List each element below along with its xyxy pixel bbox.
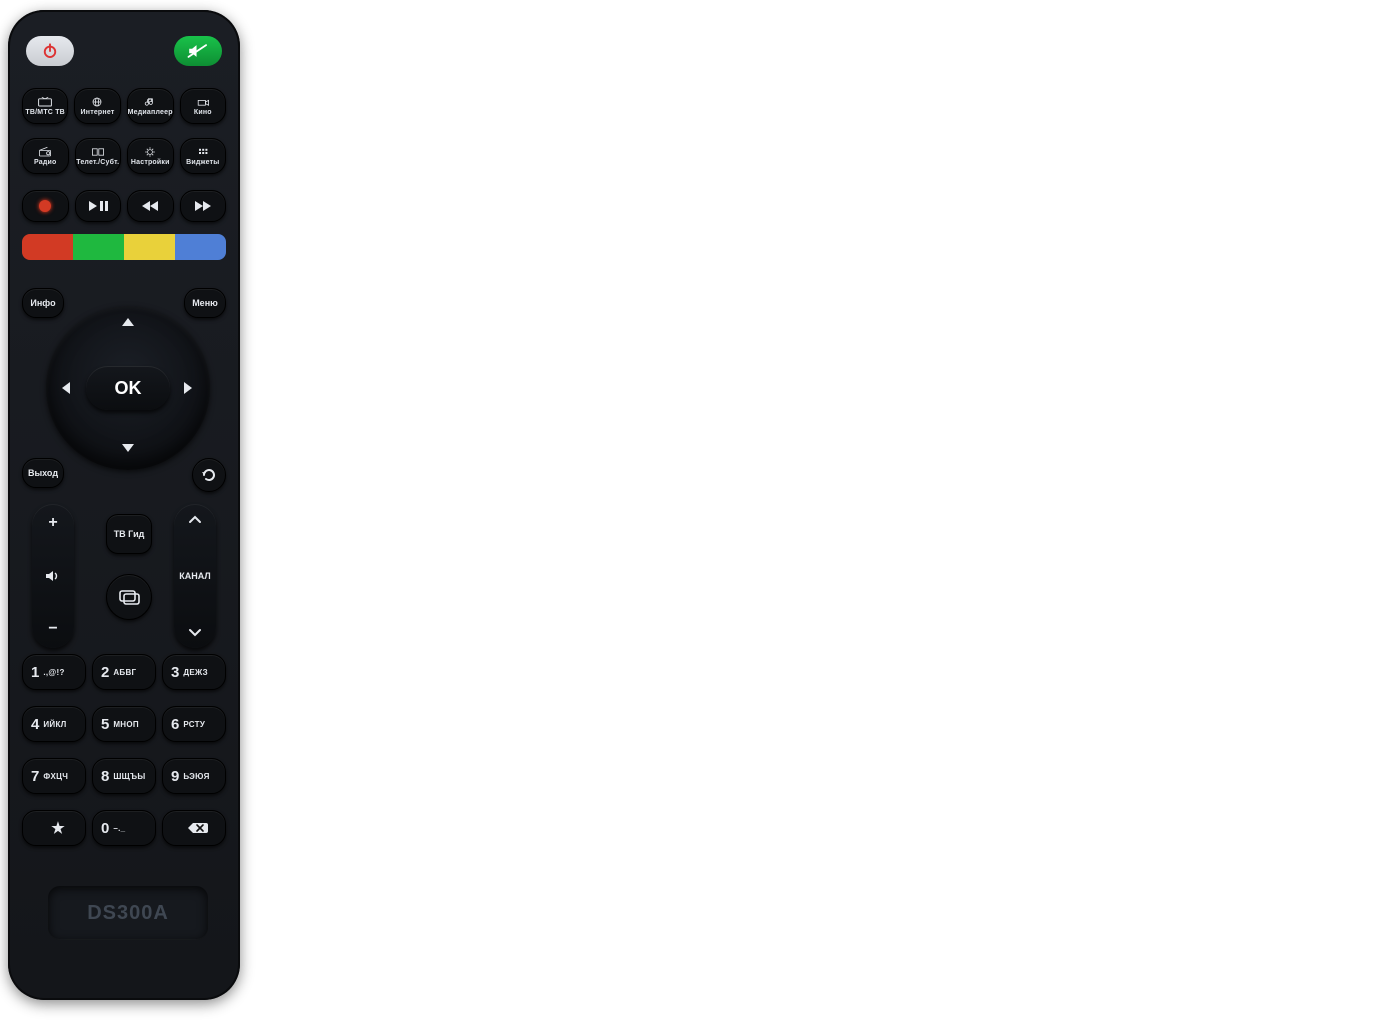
remote-control: ТВ/МТС ТВ Интернет Медиаплеер Кино Радио… <box>8 10 240 1000</box>
back-icon <box>200 466 218 484</box>
blue-color-button[interactable] <box>175 234 226 260</box>
dpad-right[interactable] <box>182 380 194 396</box>
rewind-icon <box>140 199 160 213</box>
record-button[interactable] <box>22 190 69 222</box>
source-settings-button[interactable]: Настройки <box>127 138 174 174</box>
teletext-icon <box>90 146 106 158</box>
fast-forward-icon <box>193 199 213 213</box>
source-cinema-label: Кино <box>194 109 212 116</box>
keypad-5-button[interactable]: 5МНОП <box>92 706 156 742</box>
model-label: DS300A <box>87 902 169 925</box>
keypad-0-button[interactable]: 0–._ <box>92 810 156 846</box>
source-internet-button[interactable]: Интернет <box>74 88 120 124</box>
fast-forward-button[interactable] <box>180 190 227 222</box>
red-color-button[interactable] <box>22 234 73 260</box>
backspace-icon <box>187 821 209 835</box>
pip-icon <box>118 589 140 605</box>
source-widgets-label: Виджеты <box>186 159 219 166</box>
keypad-star-button[interactable]: ★ <box>22 810 86 846</box>
grid-icon <box>195 146 211 158</box>
mute-button[interactable] <box>174 36 222 66</box>
source-widgets-button[interactable]: Виджеты <box>180 138 227 174</box>
play-pause-button[interactable] <box>75 190 122 222</box>
volume-rocker[interactable]: + − <box>32 504 74 648</box>
source-teletext-subt-button[interactable]: Телет./Субт. <box>75 138 122 174</box>
source-settings-label: Настройки <box>131 159 170 166</box>
dpad-left[interactable] <box>60 380 72 396</box>
source-teletext-subt-label: Телет./Субт. <box>76 159 119 166</box>
speaker-icon <box>44 569 62 583</box>
green-color-button[interactable] <box>73 234 124 260</box>
source-mediaplayer-label: Медиаплеер <box>128 109 173 116</box>
gear-icon <box>142 146 158 158</box>
volume-up-icon: + <box>48 514 57 532</box>
source-radio-label: Радио <box>34 159 57 166</box>
chevron-up-icon <box>188 514 202 524</box>
volume-down-icon: − <box>48 620 57 638</box>
keypad-7-button[interactable]: 7ФХЦЧ <box>22 758 86 794</box>
yellow-color-button[interactable] <box>124 234 175 260</box>
tv-icon <box>37 96 53 108</box>
keypad-1-button[interactable]: 1.,@!? <box>22 654 86 690</box>
keypad-2-button[interactable]: 2АБВГ <box>92 654 156 690</box>
exit-button[interactable]: Выход <box>22 458 64 488</box>
mute-icon <box>187 42 209 60</box>
rewind-button[interactable] <box>127 190 174 222</box>
keypad-8-button[interactable]: 8ШЩЪЫ <box>92 758 156 794</box>
radio-icon <box>37 146 53 158</box>
chevron-down-icon <box>188 628 202 638</box>
tv-guide-button[interactable]: ТВ Гид <box>106 514 152 554</box>
channel-label: КАНАЛ <box>179 571 210 581</box>
power-icon <box>41 42 59 60</box>
pip-button[interactable] <box>106 574 152 620</box>
dpad-down[interactable] <box>120 442 136 454</box>
keypad-backspace-button[interactable] <box>162 810 226 846</box>
keypad-6-button[interactable]: 6РСТУ <box>162 706 226 742</box>
power-button[interactable] <box>26 36 74 66</box>
menu-button[interactable]: Меню <box>184 288 226 318</box>
source-tv-mtstv-label: ТВ/МТС ТВ <box>25 109 65 116</box>
keypad-4-button[interactable]: 4ИЙКЛ <box>22 706 86 742</box>
keypad-3-button[interactable]: 3ДЕЖЗ <box>162 654 226 690</box>
music-icon <box>142 96 158 108</box>
model-plate: DS300A <box>48 886 208 940</box>
record-icon <box>39 200 51 212</box>
ok-button[interactable]: OK <box>86 366 170 410</box>
source-radio-button[interactable]: Радио <box>22 138 69 174</box>
source-internet-label: Интернет <box>81 109 115 116</box>
source-cinema-button[interactable]: Кино <box>180 88 226 124</box>
back-button[interactable] <box>192 458 226 492</box>
play-pause-icon <box>87 199 109 213</box>
globe-icon <box>89 96 105 108</box>
channel-rocker[interactable]: КАНАЛ <box>174 504 216 648</box>
source-tv-mtstv-button[interactable]: ТВ/МТС ТВ <box>22 88 68 124</box>
film-icon <box>195 96 211 108</box>
source-mediaplayer-button[interactable]: Медиаплеер <box>127 88 174 124</box>
dpad-up[interactable] <box>120 316 136 328</box>
info-button[interactable]: Инфо <box>22 288 64 318</box>
keypad-9-button[interactable]: 9ЬЭЮЯ <box>162 758 226 794</box>
